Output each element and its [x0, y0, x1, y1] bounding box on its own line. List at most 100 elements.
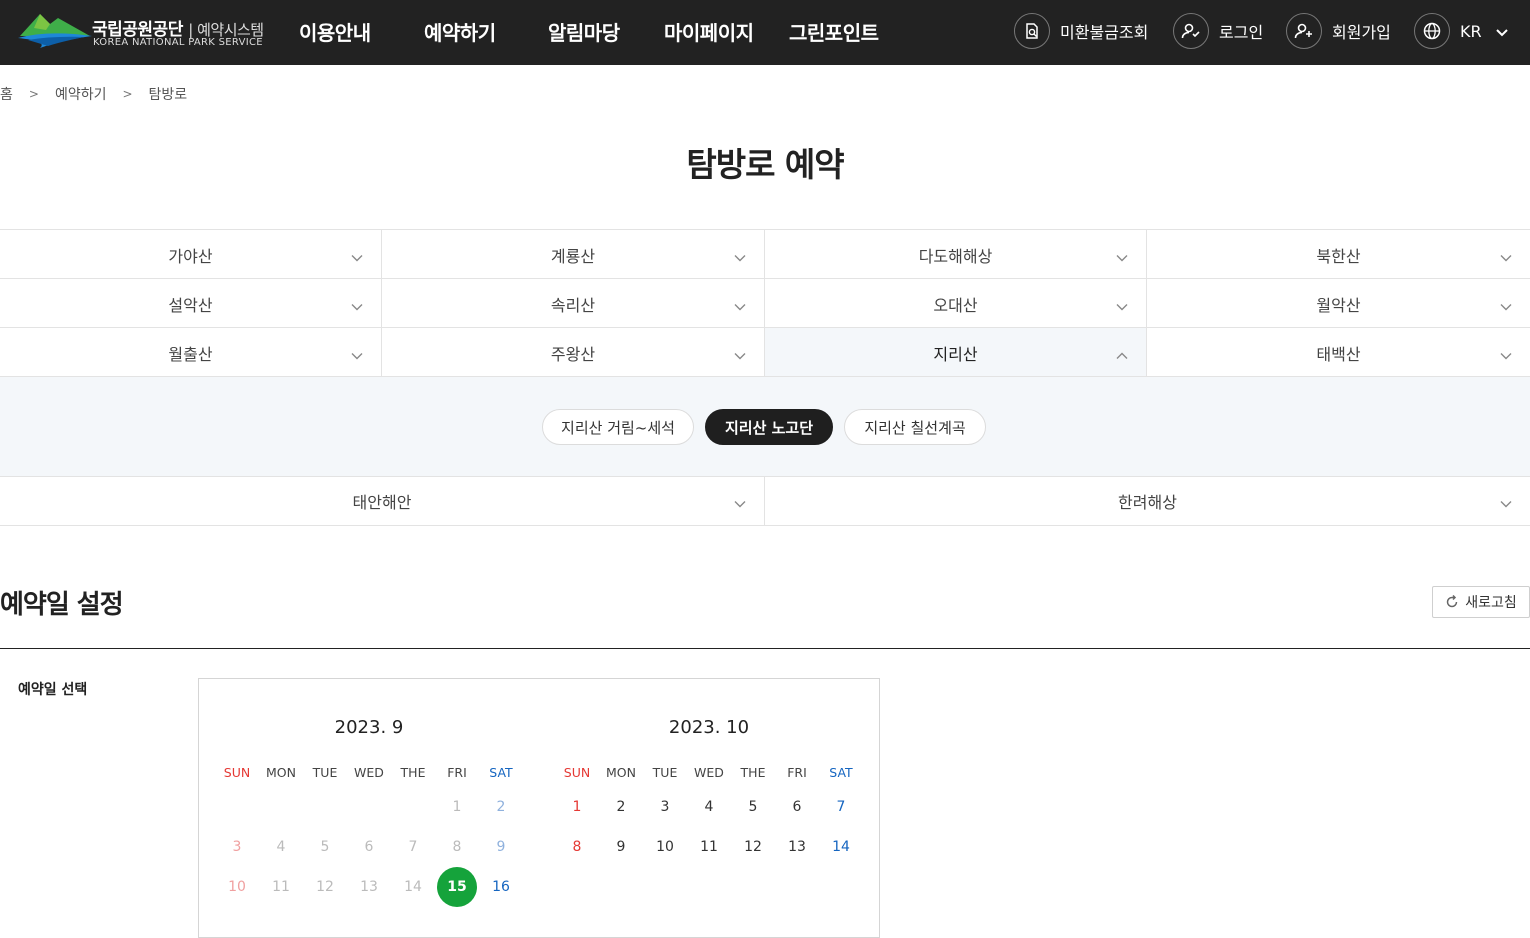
chevron-right-icon: > [28, 87, 39, 101]
park-label: 오대산 [933, 295, 978, 315]
user-login-icon [1173, 13, 1209, 49]
trail-option-chilseon[interactable]: 지리산 칠선계곡 [844, 409, 986, 445]
breadcrumb: 홈 > 예약하기 > 탐방로 [0, 84, 187, 104]
park-label: 가야산 [168, 246, 213, 266]
chevron-down-icon [1500, 296, 1512, 315]
breadcrumb-trail[interactable]: 탐방로 [149, 84, 188, 104]
chevron-up-icon [1116, 345, 1128, 364]
chevron-down-icon [734, 296, 746, 315]
unpaid-refund-label: 미환불금조회 [1060, 23, 1149, 42]
park-dadohae[interactable]: 다도해해상 [765, 230, 1147, 279]
chevron-down-icon [351, 247, 363, 266]
park-hallyeo[interactable]: 한려해상 [765, 477, 1530, 525]
calendar-day[interactable]: 13 [777, 827, 817, 867]
calendar-day: 9 [496, 839, 506, 855]
weekday-header: FRI [447, 765, 467, 780]
calendar-day[interactable]: 7 [821, 787, 861, 827]
month-title: 2023. 9 [334, 717, 404, 738]
park-taean[interactable]: 태안해안 [0, 477, 765, 525]
calendar-day[interactable]: 12 [733, 827, 773, 867]
chevron-right-icon: > [122, 87, 133, 101]
chevron-down-icon [734, 493, 746, 512]
weekday-header: THE [400, 765, 426, 780]
weekday-header: MON [266, 765, 296, 780]
calendar-day[interactable]: 4 [689, 787, 729, 827]
login-button[interactable]: 로그인 [1173, 12, 1263, 50]
top-header: 국립공원공단 | 예약시스템 KOREA NATIONAL PARK SERVI… [0, 0, 1530, 65]
calendar-day[interactable]: 14 [821, 827, 861, 867]
weekday-header: MON [606, 765, 636, 780]
park-woraksan[interactable]: 월악산 [1147, 279, 1530, 328]
park-juwangsan[interactable]: 주왕산 [382, 328, 765, 377]
weekday-header: SAT [489, 765, 513, 780]
chevron-down-icon [1500, 247, 1512, 266]
nav-reserve[interactable]: 예약하기 [424, 17, 496, 46]
calendar-day[interactable]: 5 [733, 787, 773, 827]
calendar-day: 7 [408, 839, 418, 855]
park-seoraksan[interactable]: 설악산 [0, 279, 382, 328]
chevron-down-icon [1116, 247, 1128, 266]
nav-mypage[interactable]: 마이페이지 [664, 17, 754, 46]
calendar-day: 4 [276, 839, 286, 855]
weekday-header: FRI [787, 765, 807, 780]
calendar-day[interactable]: 3 [645, 787, 685, 827]
breadcrumb-reserve[interactable]: 예약하기 [55, 84, 107, 104]
park-label: 지리산 [933, 344, 978, 364]
calendar-day[interactable]: 16 [481, 867, 521, 907]
calendar-day[interactable]: 6 [777, 787, 817, 827]
park-label: 태백산 [1316, 344, 1361, 364]
logo-text-en: KOREA NATIONAL PARK SERVICE [93, 37, 263, 48]
chevron-down-icon [1500, 345, 1512, 364]
knps-logo[interactable]: 국립공원공단 | 예약시스템 KOREA NATIONAL PARK SERVI… [18, 10, 273, 52]
calendar-day[interactable]: 2 [601, 787, 641, 827]
park-row: 월출산 주왕산 지리산 태백산 [0, 327, 1530, 377]
nav-notice[interactable]: 알림마당 [548, 17, 620, 46]
chevron-down-icon [734, 247, 746, 266]
park-gyeryongsan[interactable]: 계룡산 [382, 230, 765, 279]
weekday-header: TUE [312, 765, 338, 780]
calendar-day[interactable]: 11 [689, 827, 729, 867]
park-label: 주왕산 [550, 344, 596, 364]
calendar-day: 13 [360, 879, 378, 895]
trail-option-nogodan[interactable]: 지리산 노고단 [705, 409, 833, 445]
refresh-button[interactable]: 새로고침 [1432, 586, 1530, 618]
calendar-day[interactable]: 9 [601, 827, 641, 867]
trail-options-panel: 지리산 거림~세석 지리산 노고단 지리산 칠선계곡 [0, 376, 1530, 476]
breadcrumb-home[interactable]: 홈 [0, 84, 13, 104]
park-bukhansan[interactable]: 북한산 [1147, 230, 1530, 279]
calendar-day[interactable]: 8 [557, 827, 597, 867]
park-odaesan[interactable]: 오대산 [765, 279, 1147, 328]
chevron-down-icon [351, 345, 363, 364]
trail-option-georim-seseok[interactable]: 지리산 거림~세석 [542, 409, 694, 445]
park-row: 태안해안 한려해상 [0, 476, 1530, 526]
nav-info[interactable]: 이용안내 [299, 17, 371, 46]
park-row: 가야산 계룡산 다도해해상 북한산 [0, 229, 1530, 279]
chevron-down-icon [351, 296, 363, 315]
mountain-logo-icon [18, 14, 92, 48]
calendar-day: 5 [320, 839, 330, 855]
calendar-day[interactable]: 1 [557, 787, 597, 827]
nav-greenpoint[interactable]: 그린포인트 [789, 17, 879, 46]
park-wolchulsan[interactable]: 월출산 [0, 328, 382, 377]
park-taebaeksan[interactable]: 태백산 [1147, 328, 1530, 377]
language-selector[interactable]: KR [1414, 12, 1508, 50]
calendar-day: 14 [404, 879, 422, 895]
park-gayasan[interactable]: 가야산 [0, 230, 382, 279]
weekday-header: SUN [223, 765, 251, 780]
park-jirisan[interactable]: 지리산 [765, 328, 1147, 377]
calendar-day[interactable]: 10 [645, 827, 685, 867]
unpaid-refund-button[interactable]: 미환불금조회 [1014, 12, 1148, 50]
weekday-header: TUE [652, 765, 678, 780]
calendar-day-selected[interactable]: 15 [437, 867, 477, 907]
weekday-header: WED [694, 765, 724, 780]
park-label: 한려해상 [1118, 493, 1177, 512]
weekday-header: THE [740, 765, 766, 780]
park-label: 북한산 [1316, 246, 1361, 266]
park-songnisan[interactable]: 속리산 [382, 279, 765, 328]
calendar-day: 11 [272, 879, 290, 895]
page-title: 탐방로 예약 [686, 145, 844, 184]
park-label: 월출산 [168, 344, 213, 364]
signup-button[interactable]: 회원가입 [1286, 12, 1391, 50]
calendar-day: 6 [364, 839, 374, 855]
calendar-day: 8 [452, 839, 462, 855]
